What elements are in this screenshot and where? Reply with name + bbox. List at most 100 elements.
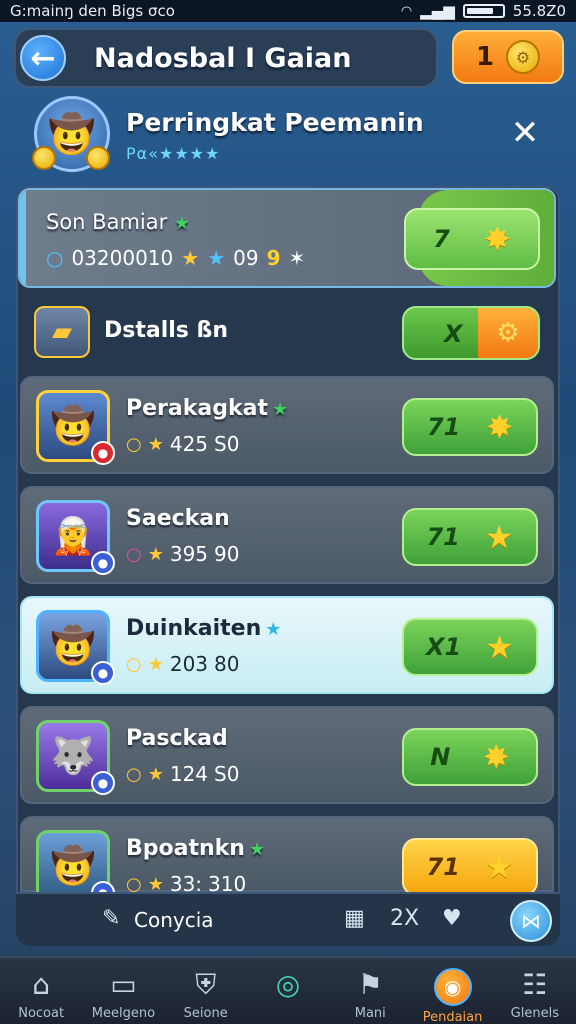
panel-toolbar: ✎ Conycia ▦ 2X ♥ ⋈ <box>16 892 560 946</box>
nav-item-map[interactable]: ⚑ Mani <box>329 958 411 1024</box>
rank-badge-icon: ● <box>91 441 115 465</box>
page-title: Nadosbal I Gaian <box>94 42 352 74</box>
coin-count: 1 <box>475 42 495 72</box>
shield-icon: ⛨ <box>195 968 217 1001</box>
nav-item-home[interactable]: ⌂ Nocoat <box>0 958 82 1024</box>
player-name: Duinkaiten ★ <box>126 616 282 641</box>
player-name: Saeckan <box>126 506 230 531</box>
nav-item-settings[interactable]: ☷ Glenels <box>494 958 576 1024</box>
player-score-button[interactable]: N ✸ <box>402 728 538 786</box>
ring-icon: ○ <box>126 763 142 785</box>
back-button[interactable]: ← <box>20 35 66 81</box>
gold-star-icon: ★ <box>181 246 200 270</box>
nav-item-leaderboard[interactable]: ◉ Pendaian <box>411 958 493 1024</box>
heart-icon[interactable]: ♥ <box>442 906 462 931</box>
player-stats: ○ ★ 203 80 <box>126 652 240 676</box>
player-score-button[interactable]: X1 ★ <box>402 618 538 676</box>
signal-icon: ▂▄▆ <box>420 2 455 20</box>
arrow-left-icon: ← <box>30 40 56 76</box>
ring-icon: ○ <box>126 543 142 565</box>
share-button[interactable]: ⋈ <box>510 900 552 942</box>
star-icon: ★ <box>484 848 514 886</box>
player-row[interactable]: 🐺 ● Pasckad ○ ★ 124 S0 N ✸ <box>20 706 554 804</box>
ring-icon: ○ <box>46 246 64 270</box>
chat-icon: ▭ <box>110 968 137 1001</box>
blue-star-icon: ★ <box>207 246 226 270</box>
star-icon: ★ <box>484 518 514 556</box>
leaderboard-subtitle: Pα«★★★★ <box>126 144 221 163</box>
player-score-button[interactable]: 71 ★ <box>402 508 538 566</box>
rank-badge-icon: ● <box>91 661 115 685</box>
player-stats: ○ ★ 395 90 <box>126 542 240 566</box>
player-name: Pasckad <box>126 726 228 751</box>
gold-star-icon: ★ <box>147 543 164 565</box>
player-avatar: 🐺 ● <box>36 720 115 795</box>
status-right-text: 55.8Z0 <box>512 2 566 20</box>
zoom-toggle[interactable]: 2X <box>390 906 419 931</box>
star-icon: ★ <box>271 399 289 420</box>
star-badge-icon: ✸ <box>482 738 510 776</box>
player-avatar: 🤠● <box>36 610 115 685</box>
star-icon: ★ <box>485 628 514 666</box>
toolbar-label: Conycia <box>134 908 214 932</box>
status-right: ◠ ▂▄▆ 55.8Z0 <box>401 2 566 20</box>
rank-badge-icon: ● <box>91 771 115 795</box>
current-player-row[interactable]: Son Bamiar ★ ○ 03200010 ★ ★ 09 9 ✶ 7 ✸ <box>18 188 556 288</box>
ticket-icon: ▰ <box>34 306 90 358</box>
player-avatar: 🧝 ● <box>36 500 115 575</box>
player-avatar: 🤠● <box>36 390 115 465</box>
home-icon: ⌂ <box>32 968 51 1001</box>
star-icon: ★ <box>265 619 282 640</box>
wifi-icon: ◠ <box>400 3 413 19</box>
star-badge-icon: ✸ <box>484 220 511 258</box>
player-stats: ○ ★ 425 S0 <box>126 432 240 456</box>
ring-icon: ○ <box>126 433 142 455</box>
details-row[interactable]: ▰ Dstalls ßn X ⚙ <box>20 298 554 368</box>
gold-star-icon: ★ <box>147 763 164 785</box>
green-star-icon: ★ <box>173 213 191 234</box>
gold-star-icon: ★ <box>147 433 164 455</box>
current-player-stats: ○ 03200010 ★ ★ 09 9 ✶ <box>46 246 306 270</box>
rank-badge-icon: ● <box>91 551 115 575</box>
nav-item-messages[interactable]: ▭ Meelgeno <box>82 958 164 1024</box>
trophy-icon: ◉ <box>433 968 472 1006</box>
player-stats: ○ ★ 124 S0 <box>126 762 240 786</box>
coin-icon: ⚙ <box>506 40 541 74</box>
status-left-text: G:mainŋ den Bigs σco <box>10 2 175 20</box>
nav-item-ring[interactable]: ◎ <box>247 958 329 1024</box>
player-row-highlighted[interactable]: 🤠 ● Duinkaiten ★ ○ ★ 203 80 X1 ★ <box>20 596 554 694</box>
close-button[interactable]: ✕ <box>508 116 542 150</box>
bowtie-icon: ⋈ <box>521 909 541 933</box>
coin-counter-button[interactable]: 1 ⚙ <box>452 30 564 84</box>
bottom-navigation: ⌂ Nocoat ▭ Meelgeno ⛨ Seione ◎ ⚑ Mani ◉ … <box>0 956 576 1024</box>
battery-icon <box>462 4 505 18</box>
details-label: Dstalls ßn <box>104 318 229 343</box>
player-row[interactable]: 🤠● Bpoatnkn★ ○★ 33: 310 71 ★ <box>20 816 554 905</box>
player-score-button[interactable]: 71 ★ <box>402 838 538 896</box>
leaderboard-title: Perringkat Peemanin <box>126 108 424 137</box>
player-name: Perakagkat ★ <box>126 396 289 421</box>
player-name: Bpoatnkn ★ <box>126 836 266 861</box>
ring-icon: ○ <box>126 653 142 675</box>
player-row[interactable]: 🤠 ● Perakagkat ★ ○ ★ 425 S0 71 ✸ <box>20 376 554 474</box>
coin-icon <box>86 146 110 170</box>
status-bar: G:mainŋ den Bigs σco ◠ ▂▄▆ 55.8Z0 <box>0 0 576 22</box>
gear-badge-icon: ⚙ <box>478 308 538 358</box>
leaderboard-header: 🤠 Perringkat Peemanin Pα«★★★★ ✕ <box>32 96 554 178</box>
details-button[interactable]: X ⚙ <box>402 306 540 360</box>
player-score-button[interactable]: 71 ✸ <box>402 398 538 456</box>
ring-icon: ◎ <box>275 968 301 1001</box>
layout-icon[interactable]: ▦ <box>344 906 365 931</box>
star-badge-icon: ✸ <box>486 408 514 446</box>
small-star-icon: ✶ <box>288 246 306 270</box>
star-icon: ★ <box>248 839 266 860</box>
current-player-name: Son Bamiar ★ <box>46 210 191 234</box>
gold-star-icon: ★ <box>147 653 164 675</box>
nav-item-shield[interactable]: ⛨ Seione <box>165 958 247 1024</box>
current-player-score-button[interactable]: 7 ✸ <box>404 208 540 270</box>
settings-icon: ☷ <box>522 968 548 1001</box>
flag-icon: ⚑ <box>357 968 383 1001</box>
edit-icon[interactable]: ✎ <box>102 906 120 931</box>
top-bar: ← Nadosbal I Gaian <box>14 28 438 88</box>
player-row[interactable]: 🧝 ● Saeckan ○ ★ 395 90 71 ★ <box>20 486 554 584</box>
